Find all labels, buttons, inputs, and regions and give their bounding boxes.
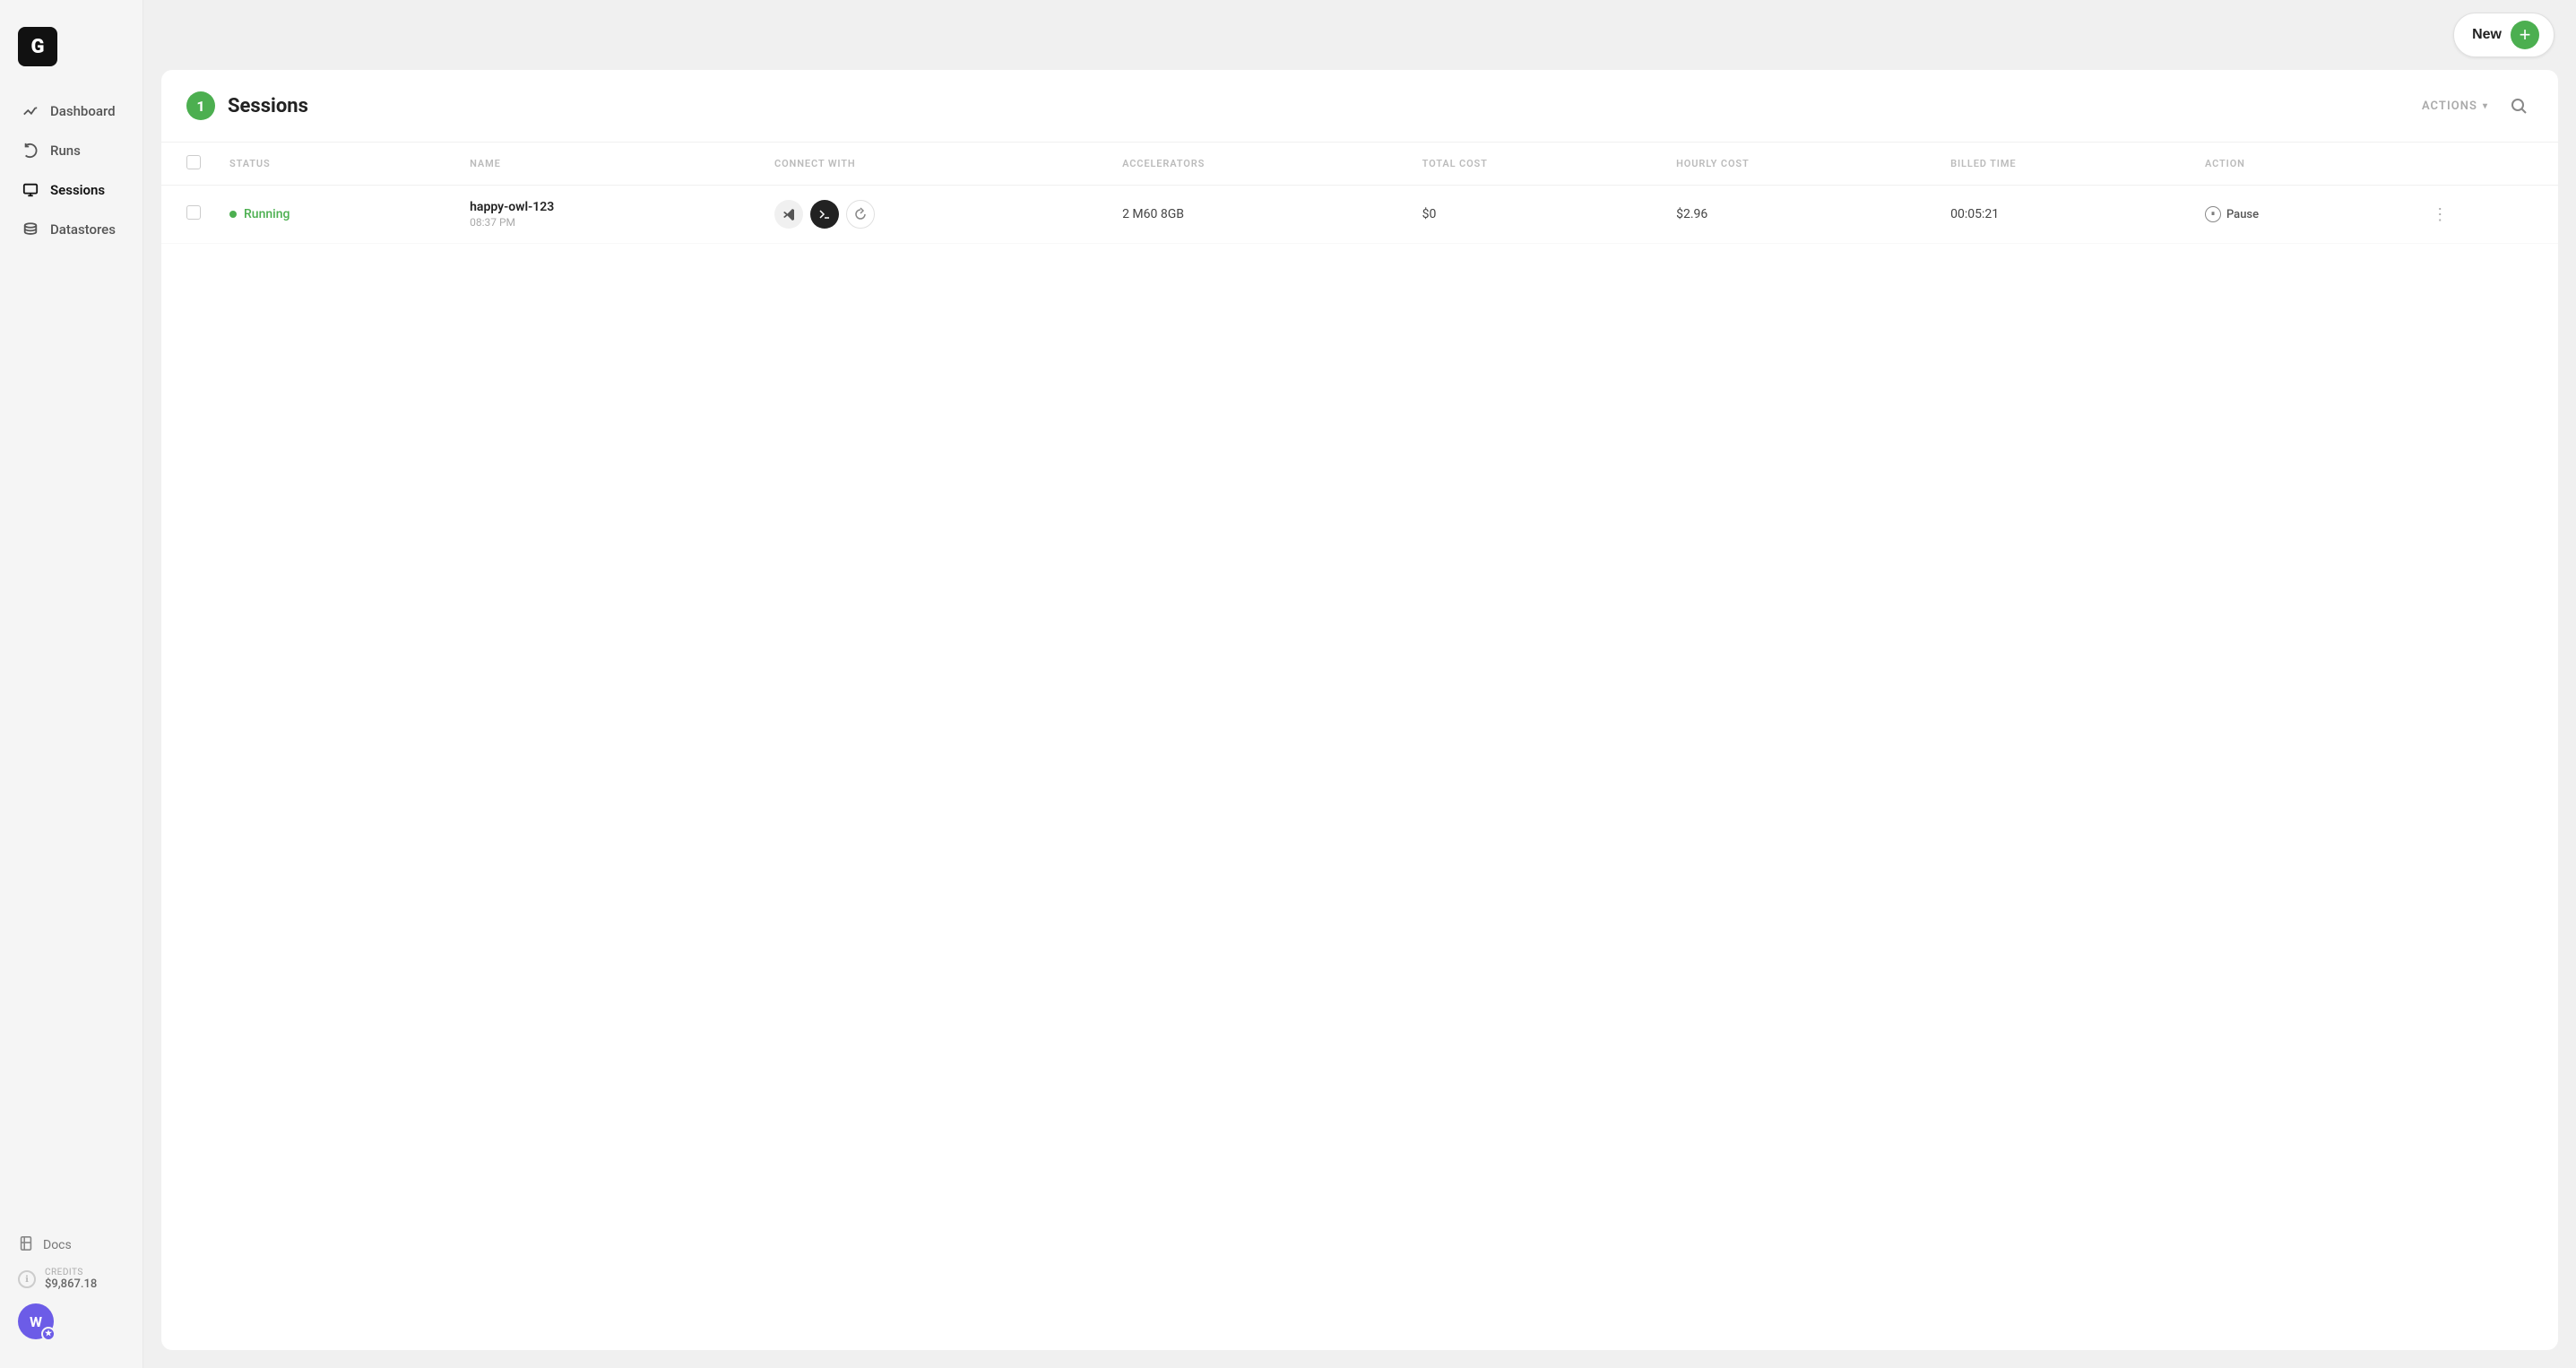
status-indicator [229,211,237,218]
sidebar-item-sessions[interactable]: Sessions [11,172,132,208]
sidebar-item-sessions-label: Sessions [50,182,105,198]
accelerators-cell: 2 M60 8GB [1108,186,1408,244]
connect-icons [774,200,1094,229]
hourly-cost-value: $2.96 [1676,207,1707,221]
chart-icon [22,102,39,120]
sidebar-item-dashboard[interactable]: Dashboard [11,93,132,129]
col-connect-with: CONNECT WITH [760,143,1108,186]
sidebar-bottom: Docs ℹ CREDITS $9,867.18 W ★ [0,1225,143,1350]
select-all-checkbox[interactable] [186,155,201,169]
terminal-connect-button[interactable] [810,200,839,229]
credits-area: ℹ CREDITS $9,867.18 [18,1268,125,1291]
row-checkbox-cell [161,186,215,244]
billed-time-cell: 00:05:21 [1936,186,2191,244]
panel-title-area: 1 Sessions [186,91,308,120]
logo-icon: G [18,27,57,66]
session-name: happy-owl-123 [470,200,746,214]
table-row: Running happy-owl-123 08:37 PM [161,186,2558,244]
avatar[interactable]: W ★ [18,1303,54,1339]
sidebar-item-datastores[interactable]: Datastores [11,212,132,247]
col-status: STATUS [215,143,455,186]
top-bar: New + [143,0,2576,70]
refresh-connect-button[interactable] [846,200,875,229]
col-accelerators: ACCELERATORS [1108,143,1408,186]
credits-label: CREDITS [45,1268,97,1277]
col-hourly-cost: HOURLY COST [1662,143,1936,186]
credits-icon: ℹ [18,1270,36,1288]
total-cost-cell: $0 [1408,186,1662,244]
sidebar-item-runs[interactable]: Runs [11,133,132,169]
col-name: NAME [455,143,760,186]
col-checkbox [161,143,215,186]
main-content: New + 1 Sessions ACTIONS ▾ [143,0,2576,1368]
sidebar-item-dashboard-label: Dashboard [50,103,116,119]
col-more [2413,143,2558,186]
avatar-initials: W [30,1313,42,1330]
vscode-connect-button[interactable] [774,200,803,229]
col-total-cost: TOTAL COST [1408,143,1662,186]
logo-area: G [0,18,143,93]
sessions-table-container: STATUS NAME CONNECT WITH ACCELERATORS TO [161,143,2558,1350]
action-cell: ⏸ Pause [2191,186,2413,244]
col-action: ACTION [2191,143,2413,186]
pause-button[interactable]: ⏸ Pause [2205,206,2399,222]
status-cell: Running [215,186,455,244]
session-time: 08:37 PM [470,216,746,229]
database-icon [22,221,39,238]
hourly-cost-cell: $2.96 [1662,186,1936,244]
sidebar-item-runs-label: Runs [50,143,81,159]
actions-button[interactable]: ACTIONS ▾ [2422,100,2488,113]
sessions-count-badge: 1 [186,91,215,120]
sidebar-nav: Dashboard Runs Sessions [0,93,143,1225]
col-billed-time: BILLED TIME [1936,143,2191,186]
connect-with-cell [760,186,1108,244]
doc-icon [18,1235,34,1255]
more-cell: ⋮ [2413,186,2558,244]
pause-icon: ⏸ [2205,206,2221,222]
panel-header: 1 Sessions ACTIONS ▾ [161,70,2558,143]
docs-label: Docs [43,1238,72,1252]
table-header-row: STATUS NAME CONNECT WITH ACCELERATORS TO [161,143,2558,186]
page-title: Sessions [228,95,308,117]
new-plus-icon: + [2511,21,2539,49]
status-text: Running [244,207,290,221]
search-button[interactable] [2504,91,2533,120]
pause-label: Pause [2226,208,2259,221]
sessions-table: STATUS NAME CONNECT WITH ACCELERATORS TO [161,143,2558,244]
credits-info: CREDITS $9,867.18 [45,1268,97,1291]
name-cell: happy-owl-123 08:37 PM [455,186,760,244]
panel-header-actions: ACTIONS ▾ [2422,91,2533,120]
sidebar-item-datastores-label: Datastores [50,221,116,238]
sidebar: G Dashboard Runs [0,0,143,1368]
content-panel: 1 Sessions ACTIONS ▾ [161,70,2558,1350]
more-options-button[interactable]: ⋮ [2427,202,2452,227]
total-cost-value: $0 [1422,207,1437,221]
accelerators-value: 2 M60 8GB [1122,207,1184,221]
avatar-star: ★ [41,1327,56,1341]
credits-value: $9,867.18 [45,1277,97,1291]
monitor-icon [22,181,39,199]
new-button[interactable]: New + [2453,13,2554,57]
actions-label: ACTIONS [2422,100,2477,113]
sidebar-item-docs[interactable]: Docs [18,1235,125,1255]
row-checkbox[interactable] [186,205,201,220]
billed-time-value: 00:05:21 [1950,207,1999,221]
chevron-down-icon: ▾ [2483,101,2488,111]
refresh-icon [22,142,39,160]
new-button-label: New [2472,27,2502,43]
